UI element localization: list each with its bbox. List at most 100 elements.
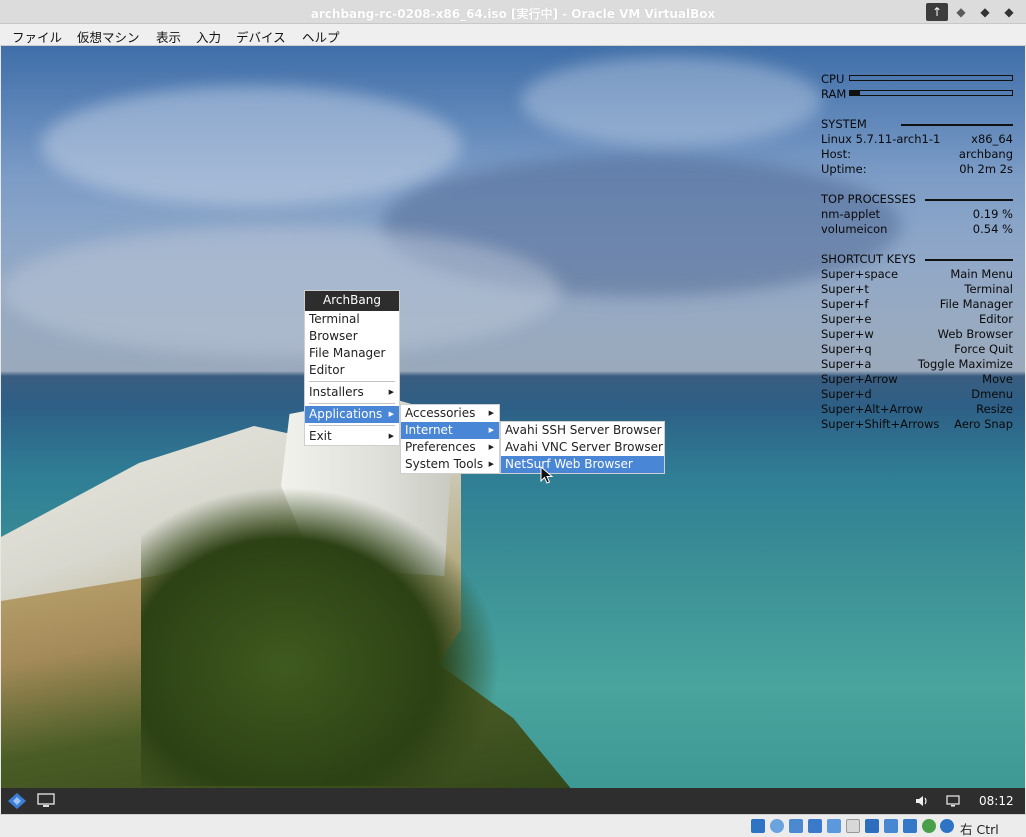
arch-value: x86_64 — [971, 132, 1013, 146]
usb-icon[interactable] — [827, 819, 841, 833]
menu-item-accessories-label: Accessories — [405, 406, 476, 420]
menu-item-preferences-label: Preferences — [405, 440, 476, 454]
menu-item-exit[interactable]: Exit ▶ — [305, 428, 399, 445]
menu-devices[interactable]: デバイス — [236, 27, 286, 46]
shortcut-action: Editor — [978, 312, 1013, 326]
menu-item-installers-label: Installers — [309, 385, 364, 399]
vbox-statusbar: 右 Ctrl — [0, 814, 1026, 837]
maximize-diamond-icon[interactable]: ◆ — [974, 3, 996, 21]
menu-item-applications[interactable]: Applications ▶ — [305, 406, 399, 423]
collapse-arrow-icon[interactable]: ↑ — [926, 3, 948, 21]
system-heading: SYSTEM — [821, 117, 867, 131]
network-icon[interactable] — [946, 794, 960, 808]
guest-additions-icon[interactable] — [922, 819, 936, 833]
shortcut-action: Web Browser — [937, 327, 1013, 341]
mouse-cursor-icon — [540, 466, 554, 484]
shortcut-key: Super+t — [821, 282, 869, 296]
display-icon[interactable] — [865, 819, 879, 833]
shortcut-key: Super+Shift+Arrows — [821, 417, 940, 431]
menu-item-editor[interactable]: Editor — [305, 362, 399, 379]
menu-item-preferences[interactable]: Preferences ▶ — [401, 439, 499, 456]
close-diamond-icon[interactable]: ◆ — [998, 3, 1020, 21]
submenu-arrow-icon: ▶ — [388, 410, 394, 418]
show-desktop-icon[interactable] — [37, 793, 55, 809]
menu-item-exit-label: Exit — [309, 429, 332, 443]
menu-item-terminal[interactable]: Terminal — [305, 311, 399, 328]
menu-file[interactable]: ファイル — [12, 27, 62, 46]
menu-input[interactable]: 入力 — [196, 27, 221, 46]
menu-item-avahi-vnc[interactable]: Avahi VNC Server Browser — [501, 439, 664, 456]
shared-folders-icon[interactable] — [846, 819, 860, 833]
wallpaper-grass — [141, 486, 501, 786]
ram-label: RAM — [821, 87, 847, 101]
kernel-row: Linux 5.7.11-arch1-1 x86_64 — [821, 132, 1013, 147]
menu-help[interactable]: ヘルプ — [302, 27, 340, 46]
process-row: volumeicon 0.54 % — [821, 222, 1013, 237]
shortcut-row: Super+e Editor — [821, 312, 1013, 327]
submenu-arrow-icon: ▶ — [388, 388, 394, 396]
menu-item-internet[interactable]: Internet ▶ — [401, 422, 499, 439]
menu-item-internet-label: Internet — [405, 423, 453, 437]
menu-view[interactable]: 表示 — [156, 27, 181, 46]
shortcut-action: File Manager — [939, 297, 1013, 311]
shortcut-action: Terminal — [964, 282, 1013, 296]
video-capture-icon[interactable] — [884, 819, 898, 833]
cpu-virtualization-icon[interactable] — [903, 819, 917, 833]
wallpaper-cloud — [521, 56, 821, 146]
menu-item-browser[interactable]: Browser — [305, 328, 399, 345]
shortcut-key: Super+a — [821, 357, 872, 371]
shortcut-key: Super+Arrow — [821, 372, 898, 386]
taskbar-clock[interactable]: 08:12 — [979, 794, 1014, 808]
volume-icon[interactable] — [915, 794, 929, 808]
window-titlebar: archbang-rc-0208-x86_64.iso [実行中] - Orac… — [0, 0, 1026, 24]
shortcut-row: Super+Arrow Move — [821, 372, 1013, 387]
cpu-label: CPU — [821, 72, 845, 86]
shortcut-action: Resize — [976, 402, 1013, 416]
menu-machine[interactable]: 仮想マシン — [77, 27, 140, 46]
uptime-label: Uptime: — [821, 162, 867, 176]
submenu-arrow-icon: ▶ — [488, 426, 494, 434]
menu-item-system-tools[interactable]: System Tools ▶ — [401, 456, 499, 473]
host-row: Host: archbang — [821, 147, 1013, 162]
shortcut-row: Super+space Main Menu — [821, 267, 1013, 282]
conky-monitor: CPU RAM SYSTEM Linux 5.7.11-arch1-1 x86_… — [821, 72, 1013, 432]
mouse-integration-icon[interactable] — [940, 819, 954, 833]
shortcuts-heading: SHORTCUT KEYS — [821, 252, 916, 266]
shortcut-row: Super+a Toggle Maximize — [821, 357, 1013, 372]
process-cpu: 0.54 % — [972, 222, 1013, 236]
shortcuts-heading-row: SHORTCUT KEYS — [821, 252, 1013, 267]
menu-item-file-manager[interactable]: File Manager — [305, 345, 399, 362]
wallpaper-cloud — [41, 86, 461, 206]
shortcut-row: Super+f File Manager — [821, 297, 1013, 312]
shortcut-key: Super+e — [821, 312, 872, 326]
shortcut-row: Super+w Web Browser — [821, 327, 1013, 342]
menu-item-netsurf[interactable]: NetSurf Web Browser — [501, 456, 664, 473]
shortcut-action: Dmenu — [971, 387, 1013, 401]
audio-icon[interactable] — [789, 819, 803, 833]
cpu-meter: CPU — [821, 72, 1013, 87]
heading-rule — [901, 124, 1013, 126]
applications-submenu: Accessories ▶ Internet ▶ Preferences ▶ Syst… — [400, 404, 500, 474]
optical-drive-icon[interactable] — [770, 819, 784, 833]
host-key-label[interactable]: 右 Ctrl — [960, 819, 999, 837]
menu-item-installers[interactable]: Installers ▶ — [305, 384, 399, 401]
shortcut-row: Super+t Terminal — [821, 282, 1013, 297]
hard-disk-icon[interactable] — [751, 819, 765, 833]
shortcut-key: Super+q — [821, 342, 872, 356]
menu-item-avahi-ssh[interactable]: Avahi SSH Server Browser — [501, 422, 664, 439]
menu-item-applications-label: Applications — [309, 407, 383, 421]
menu-item-accessories[interactable]: Accessories ▶ — [401, 405, 499, 422]
host-value: archbang — [958, 147, 1013, 161]
archbang-start-icon[interactable] — [7, 792, 27, 810]
processes-heading: TOP PROCESSES — [821, 192, 917, 206]
minimize-diamond-icon[interactable]: ◆ — [950, 3, 972, 21]
uptime-row: Uptime: 0h 2m 2s — [821, 162, 1013, 177]
shortcut-key: Super+w — [821, 327, 874, 341]
system-heading-row: SYSTEM — [821, 117, 1013, 132]
submenu-arrow-icon: ▶ — [488, 443, 494, 451]
processes-heading-row: TOP PROCESSES — [821, 192, 1013, 207]
network-adapter-icon[interactable] — [808, 819, 822, 833]
heading-rule — [925, 259, 1013, 261]
root-menu: ArchBang Terminal Browser File Manager E… — [304, 290, 400, 446]
ram-bar — [849, 90, 1013, 96]
